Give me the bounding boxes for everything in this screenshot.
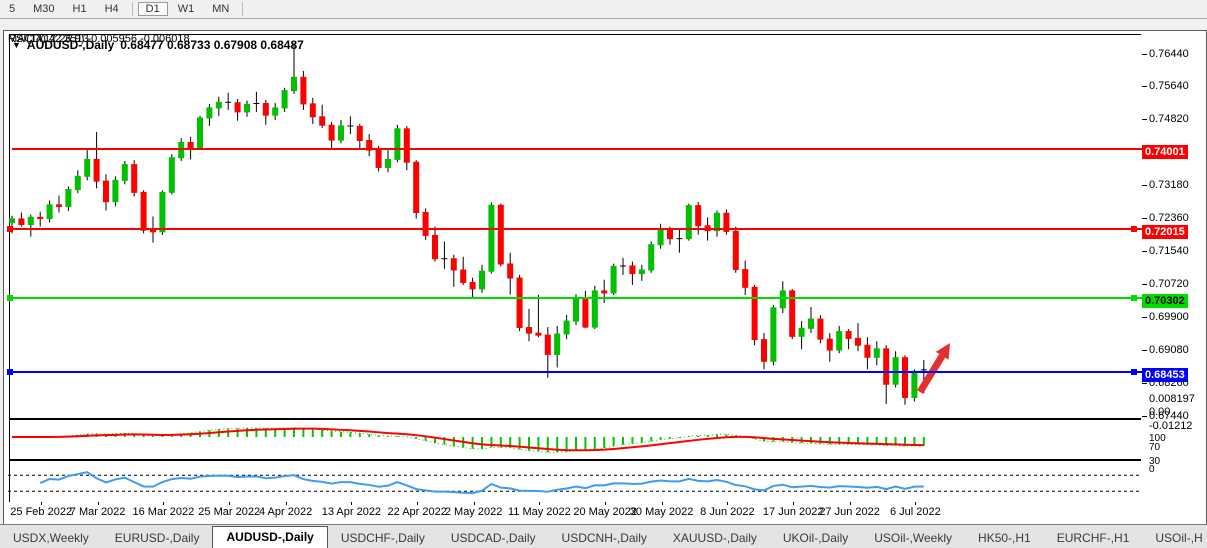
horizontal-line-object[interactable] [12,148,1144,150]
timeframe-button-5[interactable]: 5 [1,2,23,16]
date-tick [727,502,728,505]
price-tick-label: 0.75640 [1149,80,1189,92]
date-tick [793,502,794,505]
price-tick-label: 0.76440 [1149,48,1189,60]
date-axis[interactable]: 25 Feb 20227 Mar 2022 16 Mar 202225 Mar 2… [9,502,1141,522]
date-tick [163,502,164,505]
chart-tab-audusddaily[interactable]: AUDUSD-,Daily [212,526,327,548]
date-tick [474,502,475,505]
chart-tab-hk50h1[interactable]: HK50-,H1 [965,529,1044,548]
chart-tab-usoilweekly[interactable]: USOil-,Weekly [861,529,965,548]
date-label: 7 Mar 2022 [70,506,126,518]
price-axis[interactable]: 0.76440 0.75640 0.74820 0.73180 0.72360 0.715… [1141,34,1204,522]
chart-tab-bar: USDX,WeeklyEURUSD-,DailyAUDUSD-,DailyUSD… [0,524,1207,548]
timeframe-toolbar: 5M30H1H4 D1W1MN [0,0,1207,19]
date-label: 13 Apr 2022 [322,506,381,518]
macd-axis-label: -0.01212 [1149,420,1192,432]
date-label: 20 May 2022 [573,506,637,518]
chart-tab-ukoildaily[interactable]: UKOil-,Daily [770,529,861,548]
price-tag: 0.72015 [1142,225,1188,239]
price-tick-label: 0.72360 [1149,212,1189,224]
price-tick-label: 0.74820 [1149,113,1189,125]
chart-tab-eurchfh1[interactable]: EURCHF-,H1 [1044,529,1143,548]
price-tick-label: 0.69080 [1149,344,1189,356]
date-label: 25 Mar 2022 [198,506,260,518]
price-tick-label: 0.70720 [1149,278,1189,290]
date-tick [915,502,916,505]
line-handle[interactable] [1131,369,1137,375]
date-label: 4 Apr 2022 [259,506,312,518]
chart-tab-eurusddaily[interactable]: EURUSD-,Daily [102,529,213,548]
date-tick [41,502,42,505]
rsi-axis-label: 70 [1149,442,1160,453]
toolbar-separator [242,2,243,16]
chart-tab-xauusddaily[interactable]: XAUUSD-,Daily [660,529,770,548]
rsi-axis-label: 0 [1149,464,1155,475]
timeframe-button-w1[interactable]: W1 [170,2,203,16]
date-tick [662,502,663,505]
date-tick [286,502,287,505]
date-label: 6 Jul 2022 [890,506,941,518]
date-label: 22 Apr 2022 [388,506,447,518]
macd-axis-label: 0.008197 [1149,393,1195,405]
macd-panel[interactable] [9,418,1143,462]
timeframe-button-m30[interactable]: M30 [25,2,62,16]
date-label: 25 Feb 2022 [10,506,72,518]
date-label: 16 Mar 2022 [133,506,195,518]
date-tick [351,502,352,505]
date-label: 30 May 2022 [630,506,694,518]
date-label: 17 Jun 2022 [763,506,824,518]
date-label: 11 May 2022 [508,506,571,518]
price-tag: 0.70302 [1142,294,1188,308]
date-tick [417,502,418,505]
timeframe-button-h1[interactable]: H1 [65,2,95,16]
date-tick [850,502,851,505]
line-handle[interactable] [1131,295,1137,301]
price-tag: 0.68453 [1142,368,1188,382]
date-tick [539,502,540,505]
chart-tab-usdchfdaily[interactable]: USDCHF-,Daily [328,529,438,548]
timeframe-button-mn[interactable]: MN [204,2,237,16]
mt4-terminal: { "toolbar": { "timeframes": ["5", "M30"… [0,0,1207,547]
horizontal-line-object[interactable] [12,371,1144,373]
price-tag: 0.74001 [1142,145,1188,159]
horizontal-line-object[interactable] [12,228,1144,230]
date-tick [229,502,230,505]
toolbar-separator [132,2,133,16]
date-label: 27 Jun 2022 [819,506,880,518]
chart-tab-usdxweekly[interactable]: USDX,Weekly [0,529,102,548]
chart-tab-usdcaddaily[interactable]: USDCAD-,Daily [438,529,549,548]
chart-window: 25 Feb 20227 Mar 2022 16 Mar 202225 Mar 2… [3,30,1207,525]
timeframe-button-h4[interactable]: H4 [97,2,127,16]
date-label: 8 Jun 2022 [700,506,754,518]
chart-tab-usdcnhdaily[interactable]: USDCNH-,Daily [549,529,660,548]
line-handle[interactable] [1131,226,1137,232]
line-handle[interactable] [7,369,13,375]
rsi-panel[interactable] [9,459,1143,504]
chart-tab-usoilh[interactable]: USOil-,H [1142,529,1207,548]
price-tick-label: 0.71540 [1149,245,1189,257]
macd-axis-label: 0.00 [1149,406,1170,418]
price-tick-label: 0.73180 [1149,179,1189,191]
horizontal-line-object[interactable] [12,297,1144,299]
line-handle[interactable] [7,295,13,301]
line-handle[interactable] [7,226,13,232]
date-tick [98,502,99,505]
timeframe-button-d1[interactable]: D1 [138,2,168,16]
rsi-indicator-label: RSI(14) 42.3513 [8,33,89,45]
price-tick-label: 0.69900 [1149,311,1189,323]
date-tick [605,502,606,505]
date-label: 2 May 2022 [445,506,502,518]
